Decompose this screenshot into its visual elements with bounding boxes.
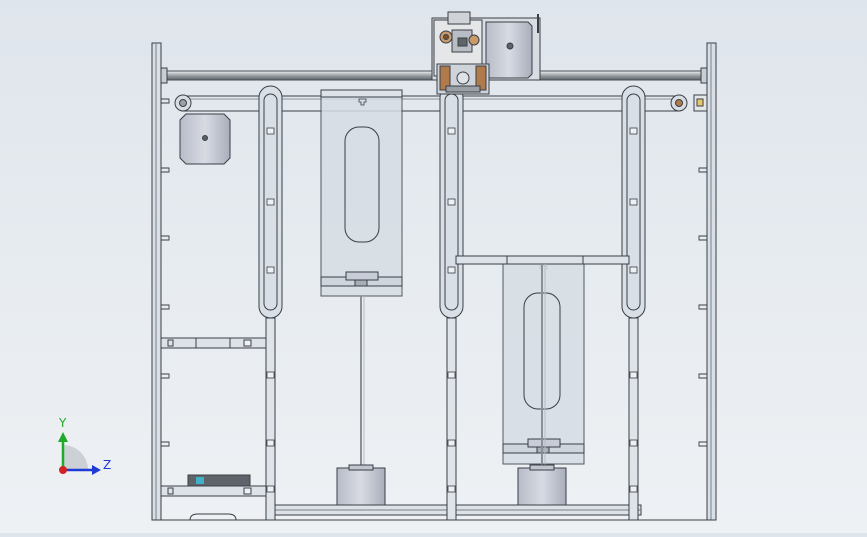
triad-quarter-disc bbox=[63, 445, 88, 470]
left-z-motor[interactable] bbox=[336, 464, 386, 506]
triad-y-label: Y bbox=[58, 416, 67, 430]
left-lower-shelf bbox=[160, 485, 267, 497]
y-axis-arrowhead-icon bbox=[58, 432, 68, 442]
extruder-motor[interactable] bbox=[485, 21, 533, 79]
left-z-platform[interactable] bbox=[320, 89, 403, 297]
carriage-slider-block[interactable] bbox=[436, 63, 490, 95]
top-belt bbox=[182, 95, 680, 112]
view-orientation-triad[interactable]: Y Z bbox=[58, 416, 111, 475]
triad-x-axis-dot bbox=[59, 466, 67, 474]
right-z-motor[interactable] bbox=[517, 464, 567, 506]
z-axis-arrowhead-icon bbox=[92, 465, 101, 475]
triad-z-label: Z bbox=[103, 458, 111, 472]
left-idler-pulley[interactable] bbox=[174, 94, 192, 112]
base-handle bbox=[189, 513, 237, 521]
electronics-board[interactable] bbox=[187, 474, 251, 487]
left-side-panel bbox=[151, 42, 162, 521]
left-upper-shelf bbox=[160, 337, 267, 349]
right-idler-pulley[interactable] bbox=[670, 94, 708, 112]
graphics-viewport[interactable]: Y Z bbox=[0, 0, 867, 533]
right-z-platform[interactable] bbox=[502, 263, 585, 465]
left-stepper-motor[interactable] bbox=[179, 113, 231, 165]
right-side-panel bbox=[706, 42, 717, 521]
left-panel-tabs bbox=[161, 98, 170, 447]
right-panel-tabs bbox=[698, 167, 707, 447]
cad-model-drawing[interactable]: Y Z bbox=[0, 0, 867, 533]
